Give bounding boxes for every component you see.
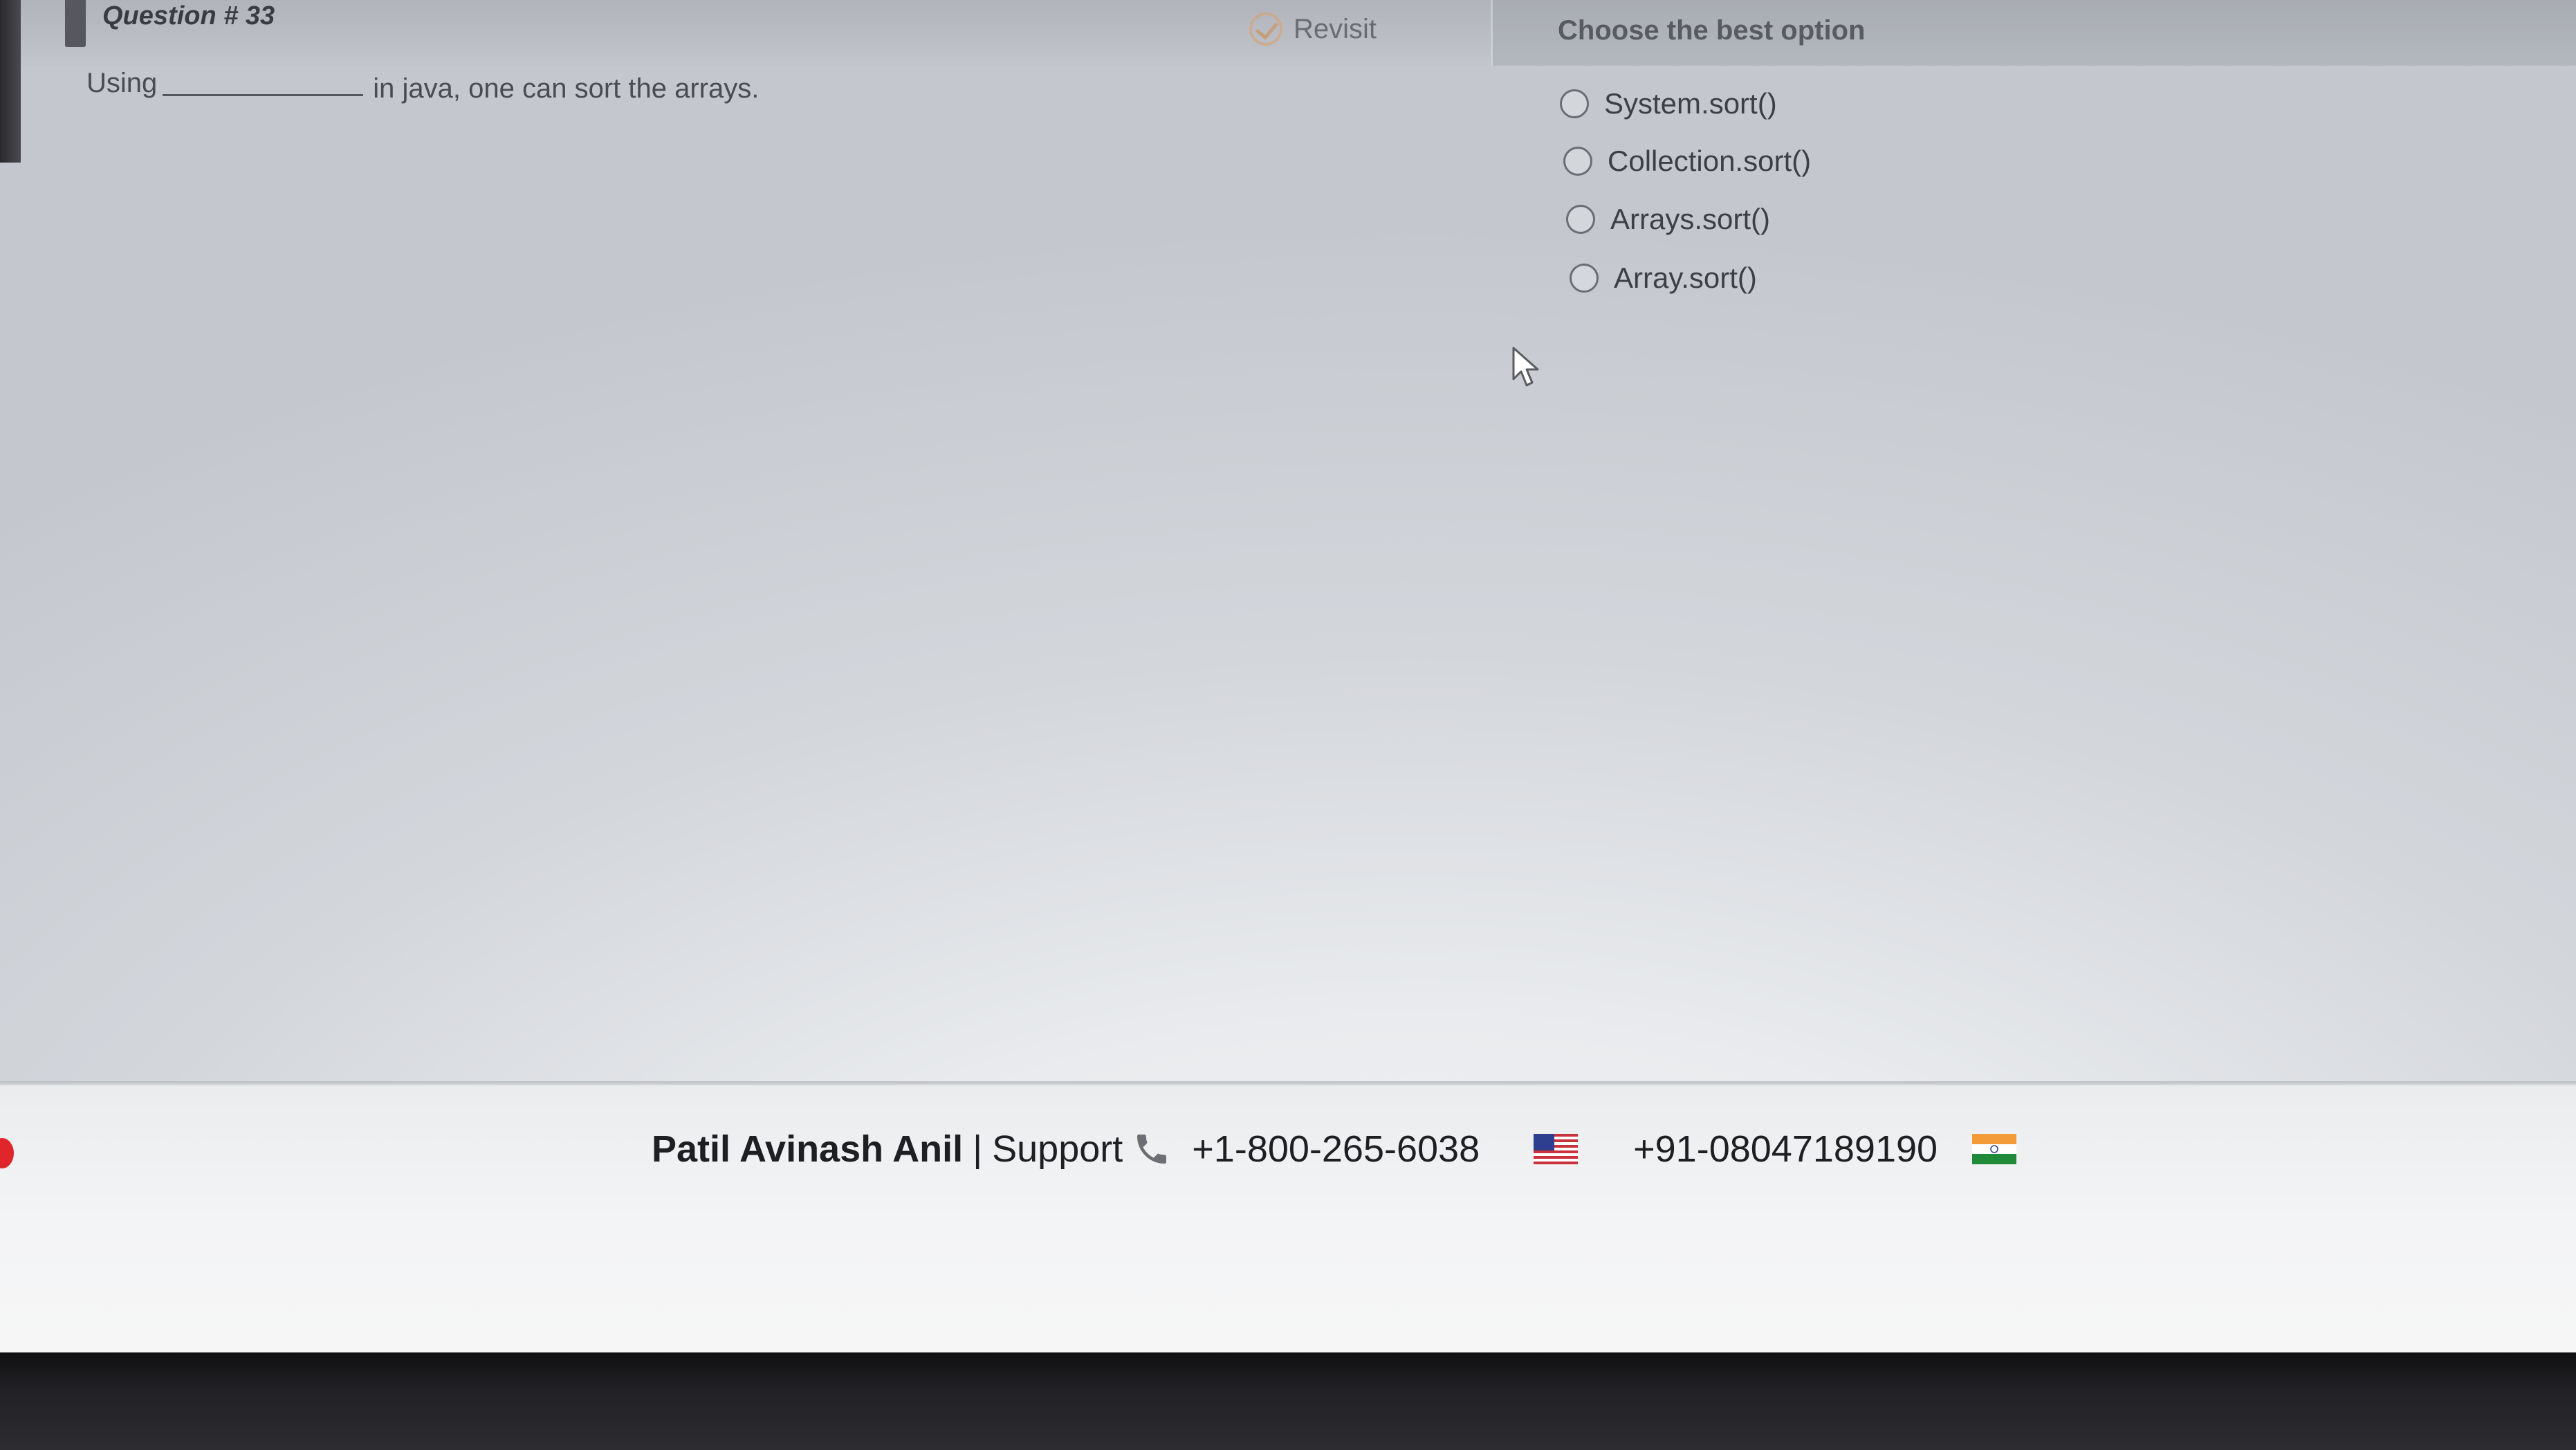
question-suffix: in java, one can sort the arrays. [373,73,760,104]
option-label: Arrays.sort() [1610,203,1770,235]
option-arrays-sort[interactable]: Arrays.sort() [1566,203,1770,236]
radio-button[interactable] [1563,147,1592,176]
us-flag-icon [1534,1134,1579,1164]
support-label: Support [992,1128,1123,1170]
candidate-name: Patil Avinash Anil [652,1128,964,1170]
footer-bar [0,1085,2576,1352]
option-array-sort[interactable]: Array.sort() [1570,261,1757,295]
radio-button[interactable] [1566,205,1595,234]
question-prefix: Using [86,68,158,98]
check-circle-icon [1249,12,1282,46]
question-marker [65,0,86,47]
footer-separator: | [973,1128,983,1170]
us-support-phone[interactable]: +1-800-265-6038 [1192,1128,1480,1171]
option-label: System.sort() [1604,87,1777,120]
option-system-sort[interactable]: System.sort() [1560,87,1777,120]
india-flag-icon [1972,1134,2017,1164]
option-label: Collection.sort() [1608,145,1812,177]
phone-icon [1137,1135,1167,1164]
panel-divider [1491,0,1493,66]
india-support-phone[interactable]: +91-08047189190 [1633,1128,1938,1171]
question-text: Using in java, one can sort the arrays. [86,68,759,104]
support-footer: Patil Avinash Anil | Support +1-800-265-… [652,1128,2017,1171]
answer-blank [163,94,364,96]
revisit-button[interactable]: Revisit [1249,12,1377,46]
radio-button[interactable] [1560,89,1589,118]
radio-button[interactable] [1570,264,1599,293]
screen-bezel-bottom [0,1352,2576,1450]
mouse-cursor-icon [1512,347,1539,387]
question-title: Question # 33 [102,1,275,30]
options-heading: Choose the best option [1558,15,1866,46]
screen-bezel-left [0,0,21,163]
revisit-label: Revisit [1294,13,1377,44]
option-label: Array.sort() [1614,261,1757,294]
option-collection-sort[interactable]: Collection.sort() [1563,145,1811,178]
